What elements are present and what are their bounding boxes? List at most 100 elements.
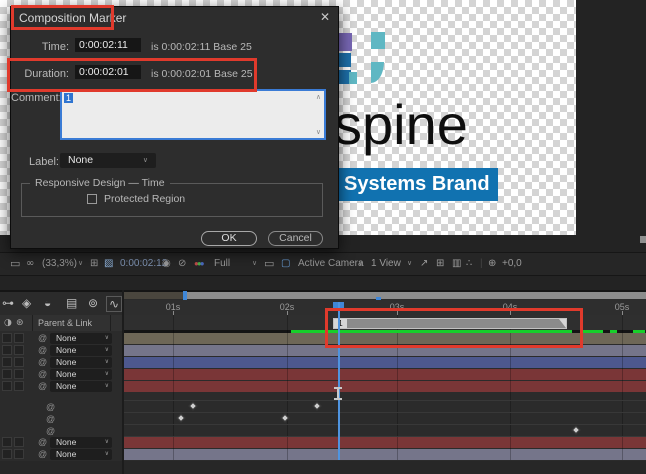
monitor-icon[interactable]: ▭ xyxy=(10,253,20,275)
fx-column-icon: ⊛ xyxy=(16,318,24,328)
highlight-box-title xyxy=(11,5,114,30)
layer-switch-cell[interactable] xyxy=(2,437,12,447)
protected-region-label: Protected Region xyxy=(104,193,185,205)
layer-switch-cell[interactable] xyxy=(2,345,12,355)
mini-flowchart-icon[interactable]: ⊶ xyxy=(2,296,14,310)
parent-link-dropdown[interactable]: None∨ xyxy=(50,345,112,356)
parent-pickwhip-icon[interactable]: @ xyxy=(38,437,47,448)
layer-switch-cell[interactable] xyxy=(14,345,24,355)
fast-previews-icon[interactable]: ▢ xyxy=(281,253,290,275)
magnification-chevron-icon[interactable]: ∨ xyxy=(78,253,83,275)
timeline-navigator-thumb[interactable] xyxy=(187,292,646,299)
viewer-scrollbar-handle[interactable] xyxy=(640,236,646,243)
label-dropdown[interactable]: None ∨ xyxy=(60,153,156,168)
layer-switch-cell[interactable] xyxy=(2,369,12,379)
timeline-column-header: ◑ ⊛ Parent & Link xyxy=(0,315,123,331)
second-gridline xyxy=(622,315,623,460)
dialog-close-icon[interactable]: ✕ xyxy=(320,10,330,24)
parent-pickwhip-icon[interactable]: @ xyxy=(38,381,47,392)
show-snapshot-icon[interactable]: ⊘ xyxy=(178,253,186,275)
comment-textarea[interactable]: 1 ∧ ∨ xyxy=(60,89,326,140)
camera-view-chevron-icon[interactable]: ∨ xyxy=(358,253,363,275)
toolbar-timecode[interactable]: 0:00:02:12 xyxy=(120,253,167,275)
parent-link-dropdown[interactable]: None∨ xyxy=(50,369,112,380)
resolution-select[interactable]: Full xyxy=(214,253,230,275)
layer-switch-cell[interactable] xyxy=(14,333,24,343)
dropdown-chevron-icon: ∨ xyxy=(105,449,109,460)
layer-switch-cell[interactable] xyxy=(2,357,12,367)
layer-switch-cell[interactable] xyxy=(14,357,24,367)
parent-link-dropdown[interactable]: None∨ xyxy=(50,357,112,368)
parent-link-dropdown[interactable]: None∨ xyxy=(50,381,112,392)
motion-blur-icon[interactable]: ⊚ xyxy=(88,296,98,310)
scroll-up-icon[interactable]: ∧ xyxy=(316,93,321,101)
parent-pickwhip-icon[interactable]: @ xyxy=(38,369,47,380)
ok-button[interactable]: OK xyxy=(201,231,257,246)
layer-switch-cell[interactable] xyxy=(2,449,12,459)
layer-duration-bar[interactable] xyxy=(123,449,646,460)
resolution-chevron-icon[interactable]: ∨ xyxy=(252,253,257,275)
parent-pickwhip-icon[interactable]: @ xyxy=(38,449,47,460)
property-pickwhip-icon[interactable]: @ xyxy=(46,402,55,413)
property-pickwhip-icon[interactable]: @ xyxy=(46,426,55,437)
cancel-button[interactable]: Cancel xyxy=(268,231,323,246)
always-preview-icon[interactable]: ∞ xyxy=(26,253,34,275)
view-layout-chevron-icon[interactable]: ∨ xyxy=(407,253,412,275)
graph-editor-icon[interactable]: ∿ xyxy=(106,296,122,312)
second-gridline xyxy=(173,315,174,460)
layer-switch-cell[interactable] xyxy=(14,437,24,447)
scroll-down-icon[interactable]: ∨ xyxy=(316,128,321,136)
timeline-graph-icon[interactable]: ▥ xyxy=(452,253,461,275)
share-view-icon[interactable]: ↗ xyxy=(420,253,428,275)
dropdown-chevron-icon: ∨ xyxy=(105,381,109,392)
flowchart-icon[interactable]: ∴ xyxy=(466,253,472,275)
shy-layers-icon[interactable]: ◒ xyxy=(44,296,51,310)
parent-link-header: Parent & Link xyxy=(38,318,92,328)
navigator-time-indicator[interactable] xyxy=(183,291,187,300)
parent-link-dropdown[interactable]: None∨ xyxy=(50,437,112,448)
frame-blending-icon[interactable]: ▤ xyxy=(66,296,77,310)
header-divider xyxy=(32,315,33,331)
layer-duration-bar[interactable] xyxy=(123,357,646,368)
grid-guides-icon[interactable]: ⊞ xyxy=(90,253,98,275)
parent-pickwhip-icon[interactable]: @ xyxy=(38,345,47,356)
view-layout-select[interactable]: 1 View xyxy=(371,253,401,275)
composition-marker-dialog: Composition Marker ✕ Time: is 0:00:02:11… xyxy=(10,6,339,249)
render-bar-segment xyxy=(610,330,617,333)
responsive-design-group-title: Responsive Design — Time xyxy=(30,177,170,189)
property-pickwhip-icon[interactable]: @ xyxy=(46,414,55,425)
viewer-toolbar: ▭ ∞ (33,3%) ∨ ⊞ ▨ 0:00:02:12 ◉ ⊘ ●●● Ful… xyxy=(0,252,646,276)
dropdown-chevron-icon: ∨ xyxy=(105,333,109,344)
camera-view-select[interactable]: Active Camera xyxy=(298,253,364,275)
layer-switch-cell[interactable] xyxy=(14,449,24,459)
region-of-interest-icon[interactable]: ▭ xyxy=(264,253,274,275)
layer-duration-bar[interactable] xyxy=(123,381,646,392)
layer-switch-cell[interactable] xyxy=(14,369,24,379)
protected-region-checkbox[interactable] xyxy=(87,194,97,204)
magnification-value[interactable]: (33,3%) xyxy=(42,253,77,275)
draft-3d-icon[interactable]: ◈ xyxy=(22,296,31,310)
second-gridline xyxy=(287,315,288,460)
show-channels-icon[interactable]: ●●● xyxy=(194,253,203,275)
pixel-aspect-icon[interactable]: ⊞ xyxy=(436,253,444,275)
layer-switch-cell[interactable] xyxy=(2,381,12,391)
logo-mark-teal-small xyxy=(349,72,357,84)
dropdown-chevron-icon: ∨ xyxy=(105,437,109,448)
exposure-offset-value[interactable]: +0,0 xyxy=(502,253,522,275)
layer-switch-cell[interactable] xyxy=(2,333,12,343)
parent-pickwhip-icon[interactable]: @ xyxy=(38,357,47,368)
parent-pickwhip-icon[interactable]: @ xyxy=(38,333,47,344)
snapshot-camera-icon[interactable]: ◉ xyxy=(162,253,171,275)
render-bar-segment xyxy=(633,330,645,333)
time-input[interactable] xyxy=(75,38,141,52)
layer-duration-bar[interactable] xyxy=(123,369,646,380)
parent-link-dropdown[interactable]: None∨ xyxy=(50,333,112,344)
timeline-panel-divider[interactable] xyxy=(122,290,124,474)
parent-link-dropdown[interactable]: None∨ xyxy=(50,449,112,460)
layer-duration-bar[interactable] xyxy=(123,437,646,448)
logo-mark-teal-square xyxy=(371,32,385,49)
layer-switch-cell[interactable] xyxy=(14,381,24,391)
dropdown-chevron-icon: ∨ xyxy=(105,357,109,368)
exposure-gear-icon[interactable]: ⊕ xyxy=(488,253,496,275)
transparency-grid-icon[interactable]: ▨ xyxy=(104,253,113,275)
